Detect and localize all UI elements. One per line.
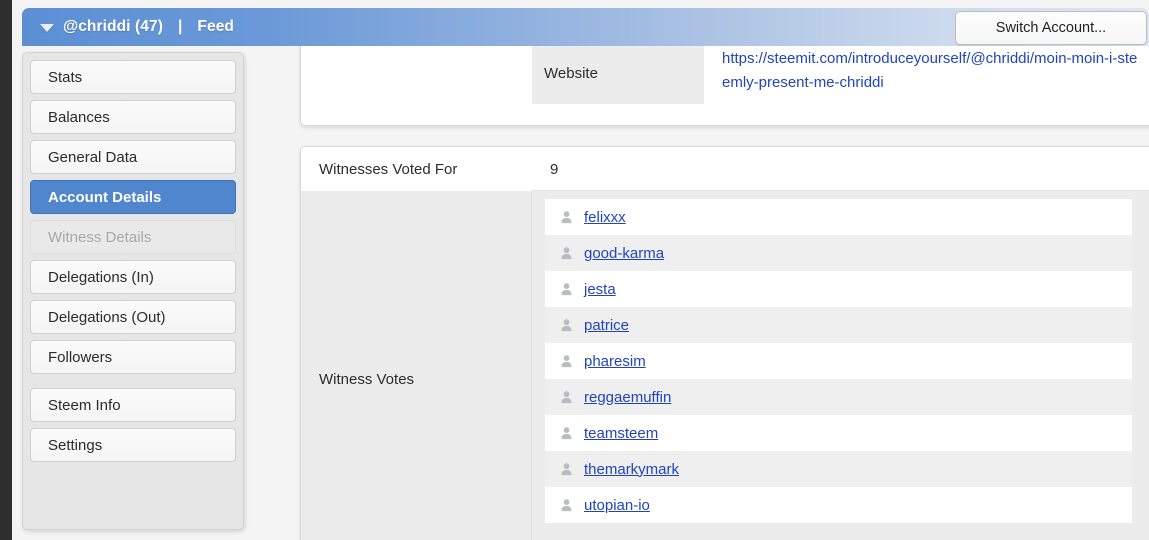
window-body: @chriddi (47) | Feed Switch Account... S… [12, 0, 1149, 540]
website-value: https://steemit.com/introduceyourself/@c… [704, 46, 1149, 113]
sidebar-item-general-data[interactable]: General Data [30, 140, 236, 174]
person-icon [559, 282, 574, 297]
website-link[interactable]: https://steemit.com/introduceyourself/@c… [722, 50, 1137, 91]
person-icon [559, 426, 574, 441]
switch-account-button[interactable]: Switch Account... [955, 11, 1147, 45]
witness-card: Witnesses Voted For 9 Witness Votes feli… [300, 146, 1149, 540]
top-bar: @chriddi (47) | Feed Switch Account... [12, 0, 1149, 46]
witness-name-link[interactable]: pharesim [584, 353, 646, 370]
sidebar-item-delegations-in[interactable]: Delegations (In) [30, 260, 236, 294]
chevron-down-icon[interactable] [40, 24, 54, 32]
witnesses-voted-for-label: Witnesses Voted For [301, 147, 532, 191]
person-icon [559, 246, 574, 261]
sidebar-item-witness-details: Witness Details [30, 220, 236, 254]
witness-vote-row: felixxx [545, 199, 1132, 235]
title-separator: | [177, 18, 183, 35]
sidebar-group-divider [30, 380, 236, 388]
witness-vote-row: pharesim [545, 343, 1132, 379]
section-name: Feed [197, 18, 234, 35]
sidebar-item-followers[interactable]: Followers [30, 340, 236, 374]
witness-votes-label: Witness Votes [301, 191, 532, 540]
witness-vote-row: reggaemuffin [545, 379, 1132, 415]
person-icon [559, 390, 574, 405]
witness-vote-row: teamsteem [545, 415, 1132, 451]
content-area: Website https://steemit.com/introduceyou… [256, 46, 1149, 540]
sidebar: Stats Balances General Data Account Deta… [22, 52, 244, 530]
person-icon [559, 210, 574, 225]
website-row: Website https://steemit.com/introduceyou… [301, 46, 1149, 113]
witness-vote-row: patrice [545, 307, 1132, 343]
person-icon [559, 498, 574, 513]
sidebar-item-delegations-out[interactable]: Delegations (Out) [30, 300, 236, 334]
app-window: @chriddi (47) | Feed Switch Account... S… [0, 0, 1149, 540]
website-row-spacer [301, 46, 532, 113]
sidebar-item-account-details[interactable]: Account Details [30, 180, 236, 214]
person-icon [559, 318, 574, 333]
witnesses-voted-for-row: Witnesses Voted For 9 [301, 147, 1149, 191]
witness-vote-row: jesta [545, 271, 1132, 307]
person-icon [559, 462, 574, 477]
witness-votes-row: Witness Votes felixxx good-karma jesta patr… [301, 191, 1149, 540]
witness-name-link[interactable]: felixxx [584, 209, 626, 226]
person-icon [559, 354, 574, 369]
profile-card: Website https://steemit.com/introduceyou… [300, 46, 1149, 126]
witness-name-link[interactable]: themarkymark [584, 461, 679, 478]
witness-name-link[interactable]: patrice [584, 317, 629, 334]
sidebar-item-settings[interactable]: Settings [30, 428, 236, 462]
sidebar-item-stats[interactable]: Stats [30, 60, 236, 94]
account-title[interactable]: @chriddi (47) | Feed [40, 8, 234, 46]
witness-name-link[interactable]: jesta [584, 281, 616, 298]
witness-name-link[interactable]: good-karma [584, 245, 664, 262]
website-label: Website [532, 46, 704, 104]
witness-vote-row: themarkymark [545, 451, 1132, 487]
witnesses-voted-for-value: 9 [550, 160, 559, 178]
witness-name-link[interactable]: teamsteem [584, 425, 658, 442]
sidebar-item-balances[interactable]: Balances [30, 100, 236, 134]
witness-name-link[interactable]: reggaemuffin [584, 389, 671, 406]
witness-name-link[interactable]: utopian-io [584, 497, 650, 514]
sidebar-item-steem-info[interactable]: Steem Info [30, 388, 236, 422]
witness-votes-list: felixxx good-karma jesta patrice pharesim reg… [532, 191, 1149, 540]
witness-vote-row: good-karma [545, 235, 1132, 271]
witness-vote-row: utopian-io [545, 487, 1132, 523]
account-bar: @chriddi (47) | Feed Switch Account... [22, 8, 1149, 46]
account-name: @chriddi (47) [63, 18, 163, 35]
